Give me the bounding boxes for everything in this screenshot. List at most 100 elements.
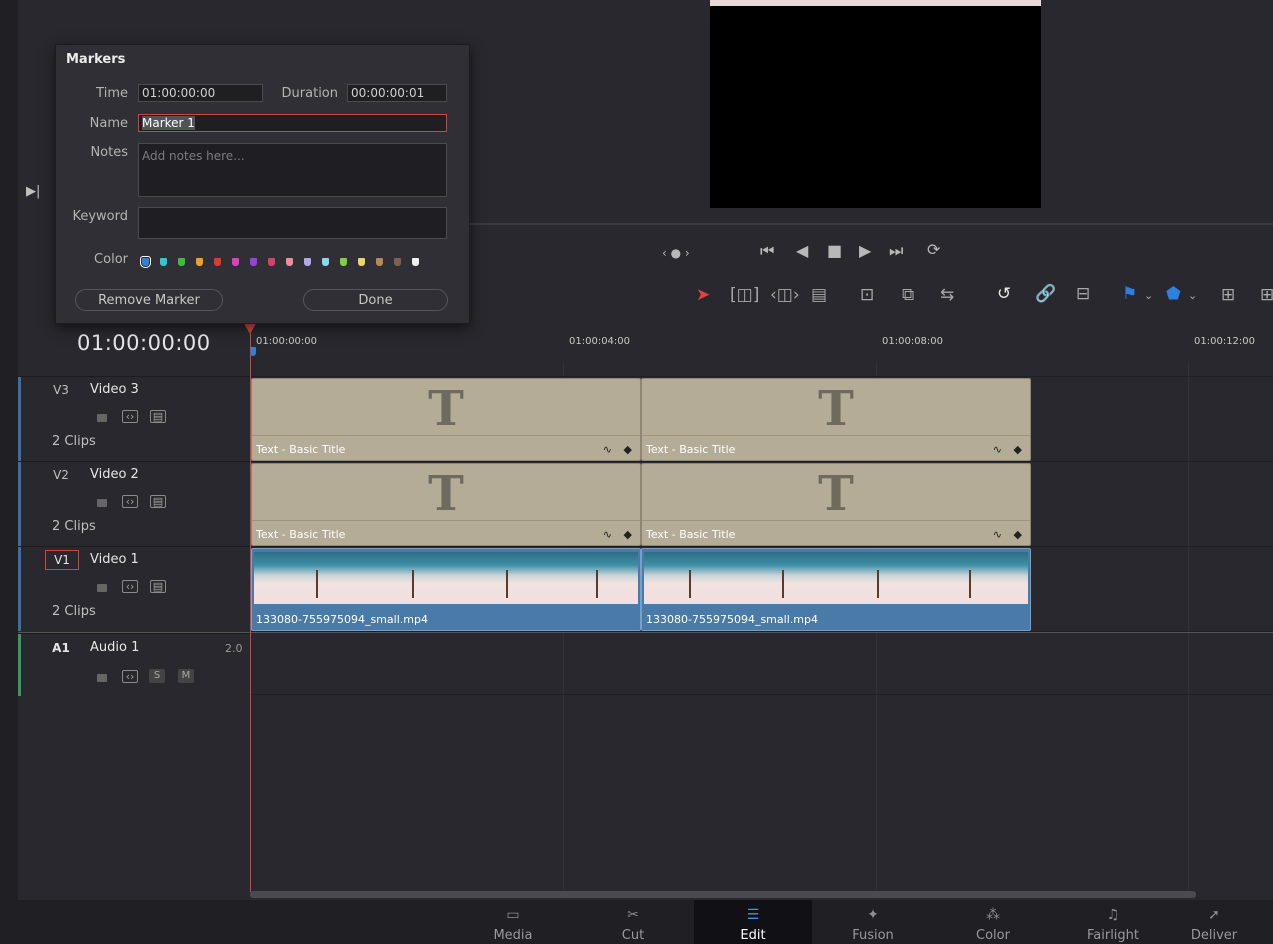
auto-select-icon[interactable]: ‹›: [122, 580, 138, 593]
overwrite-clip-icon[interactable]: ⧉: [902, 286, 914, 304]
remove-marker-button[interactable]: Remove Marker: [75, 289, 223, 311]
solo-button[interactable]: S: [149, 669, 165, 683]
keyframe-icon[interactable]: ◆: [1014, 443, 1022, 456]
color-swatch[interactable]: [232, 258, 239, 266]
track-header-a1[interactable]: A1 Audio 1 2.0 ‹› S M: [18, 633, 250, 696]
trim-tool-icon[interactable]: [◫]: [730, 286, 759, 304]
track-name[interactable]: Video 1: [90, 552, 139, 567]
color-label: Color: [94, 252, 128, 267]
zoom-timeline-icon[interactable]: ⊞: [1221, 286, 1235, 304]
track-name[interactable]: Audio 1: [90, 640, 139, 655]
nav-deliver[interactable]: ➚ Deliver: [1155, 900, 1273, 944]
insert-clip-icon[interactable]: ⊡: [860, 286, 874, 304]
nav-color[interactable]: ⁂ Color: [934, 900, 1052, 944]
nav-cut[interactable]: ✂ Cut: [574, 900, 692, 944]
stop-icon[interactable]: ■: [827, 243, 842, 259]
name-input[interactable]: Marker 1: [138, 114, 447, 132]
nav-label: Fusion: [852, 928, 894, 943]
nav-fusion[interactable]: ✦ Fusion: [814, 900, 932, 944]
lock-icon[interactable]: [97, 414, 107, 422]
replace-clip-icon[interactable]: ⇆: [940, 286, 954, 304]
track-name[interactable]: Video 2: [90, 467, 139, 482]
selection-tool-icon[interactable]: ➤: [696, 286, 710, 304]
color-swatch[interactable]: [286, 258, 293, 266]
notes-input[interactable]: Add notes here...: [138, 143, 447, 197]
lock-icon[interactable]: [97, 499, 107, 507]
color-swatch[interactable]: [304, 258, 311, 266]
auto-select-icon[interactable]: ‹›: [122, 670, 138, 683]
curve-icon[interactable]: ∿: [993, 443, 1002, 456]
color-swatch[interactable]: [268, 258, 275, 266]
skip-to-end-icon[interactable]: ⏭: [889, 243, 903, 259]
title-clip[interactable]: T Text - Basic Title ∿ ◆: [641, 378, 1031, 461]
flag-icon[interactable]: ⚑: [1122, 285, 1137, 303]
color-swatch[interactable]: [322, 258, 329, 266]
lock-icon[interactable]: [97, 674, 107, 682]
color-swatch[interactable]: [376, 258, 383, 266]
video-clip[interactable]: 133080-755975094_small.mp4: [641, 548, 1031, 631]
track-name[interactable]: Video 3: [90, 382, 139, 397]
color-swatch[interactable]: [358, 258, 365, 266]
viewer-scrub-bar[interactable]: [470, 223, 1273, 225]
video-clip[interactable]: 133080-755975094_small.mp4: [251, 548, 641, 631]
clip-label: Text - Basic Title: [256, 528, 346, 541]
curve-icon[interactable]: ∿: [603, 528, 612, 541]
track-id[interactable]: V2: [45, 466, 77, 484]
color-swatch[interactable]: [214, 258, 221, 266]
playhead[interactable]: [250, 322, 251, 892]
track-header-v1[interactable]: V1 Video 1 ‹› ▤ 2 Clips: [18, 546, 250, 631]
marker-dropdown-icon[interactable]: ⌄: [1188, 287, 1197, 305]
dynamic-trim-icon[interactable]: ‹◫›: [770, 286, 800, 304]
loop-icon[interactable]: ⟳: [927, 242, 940, 258]
color-swatch[interactable]: [394, 258, 401, 266]
nav-media[interactable]: ▭ Media: [454, 900, 572, 944]
track-header-v3[interactable]: V3 Video 3 ‹› ▤ 2 Clips: [18, 376, 250, 461]
flag-dropdown-icon[interactable]: ⌄: [1144, 287, 1153, 305]
position-lock-icon[interactable]: ⊟: [1076, 285, 1090, 303]
jog-control-icon[interactable]: ‹ ● ›: [662, 245, 690, 261]
video-enable-icon[interactable]: ▤: [150, 580, 166, 593]
timeline-scrollbar[interactable]: [250, 891, 1196, 898]
skip-to-start-icon[interactable]: ⏮: [760, 243, 774, 259]
track-header-v2[interactable]: V2 Video 2 ‹› ▤ 2 Clips: [18, 461, 250, 546]
track-id[interactable]: V1: [45, 550, 79, 570]
auto-select-icon[interactable]: ‹›: [122, 495, 138, 508]
color-swatch[interactable]: [412, 258, 419, 266]
title-clip[interactable]: T Text - Basic Title ∿ ◆: [251, 378, 641, 461]
snapping-icon[interactable]: ↺: [997, 285, 1011, 303]
mute-button[interactable]: M: [178, 669, 194, 683]
color-swatch[interactable]: [178, 258, 185, 266]
color-swatch[interactable]: [160, 258, 167, 266]
color-swatch[interactable]: [250, 258, 257, 266]
color-swatch[interactable]: [340, 258, 347, 266]
fusion-icon: ✦: [867, 907, 879, 923]
keyframe-icon[interactable]: ◆: [624, 443, 632, 456]
linked-selection-icon[interactable]: 🔗: [1035, 285, 1056, 303]
keyframe-icon[interactable]: ◆: [624, 528, 632, 541]
color-swatch[interactable]: [140, 256, 151, 268]
nav-edit[interactable]: ☰ Edit: [694, 900, 812, 944]
title-clip[interactable]: T Text - Basic Title ∿ ◆: [641, 463, 1031, 546]
keyframe-icon[interactable]: ◆: [1014, 528, 1022, 541]
video-enable-icon[interactable]: ▤: [150, 410, 166, 423]
marker-icon[interactable]: ⬟: [1166, 285, 1181, 303]
curve-icon[interactable]: ∿: [993, 528, 1002, 541]
done-button[interactable]: Done: [303, 289, 448, 311]
custom-zoom-icon[interactable]: ⊞: [1260, 286, 1273, 304]
duration-field[interactable]: 00:00:00:01: [347, 84, 447, 102]
color-swatch[interactable]: [196, 258, 203, 266]
curve-icon[interactable]: ∿: [603, 443, 612, 456]
play-icon[interactable]: ▶: [859, 243, 871, 259]
track-id[interactable]: A1: [45, 639, 77, 657]
blade-tool-icon[interactable]: ▤: [811, 286, 827, 304]
play-reverse-icon[interactable]: ◀: [796, 243, 808, 259]
track-id[interactable]: V3: [45, 381, 77, 399]
jump-end-icon[interactable]: ▶|: [26, 184, 40, 199]
title-clip[interactable]: T Text - Basic Title ∿ ◆: [251, 463, 641, 546]
lock-icon[interactable]: [97, 584, 107, 592]
timeline-ruler[interactable]: 01:00:00:00 01:00:04:00 01:00:08:00 01:0…: [250, 322, 1273, 363]
time-field[interactable]: 01:00:00:00: [138, 84, 263, 102]
video-enable-icon[interactable]: ▤: [150, 495, 166, 508]
auto-select-icon[interactable]: ‹›: [122, 410, 138, 423]
keyword-input[interactable]: [138, 207, 447, 239]
